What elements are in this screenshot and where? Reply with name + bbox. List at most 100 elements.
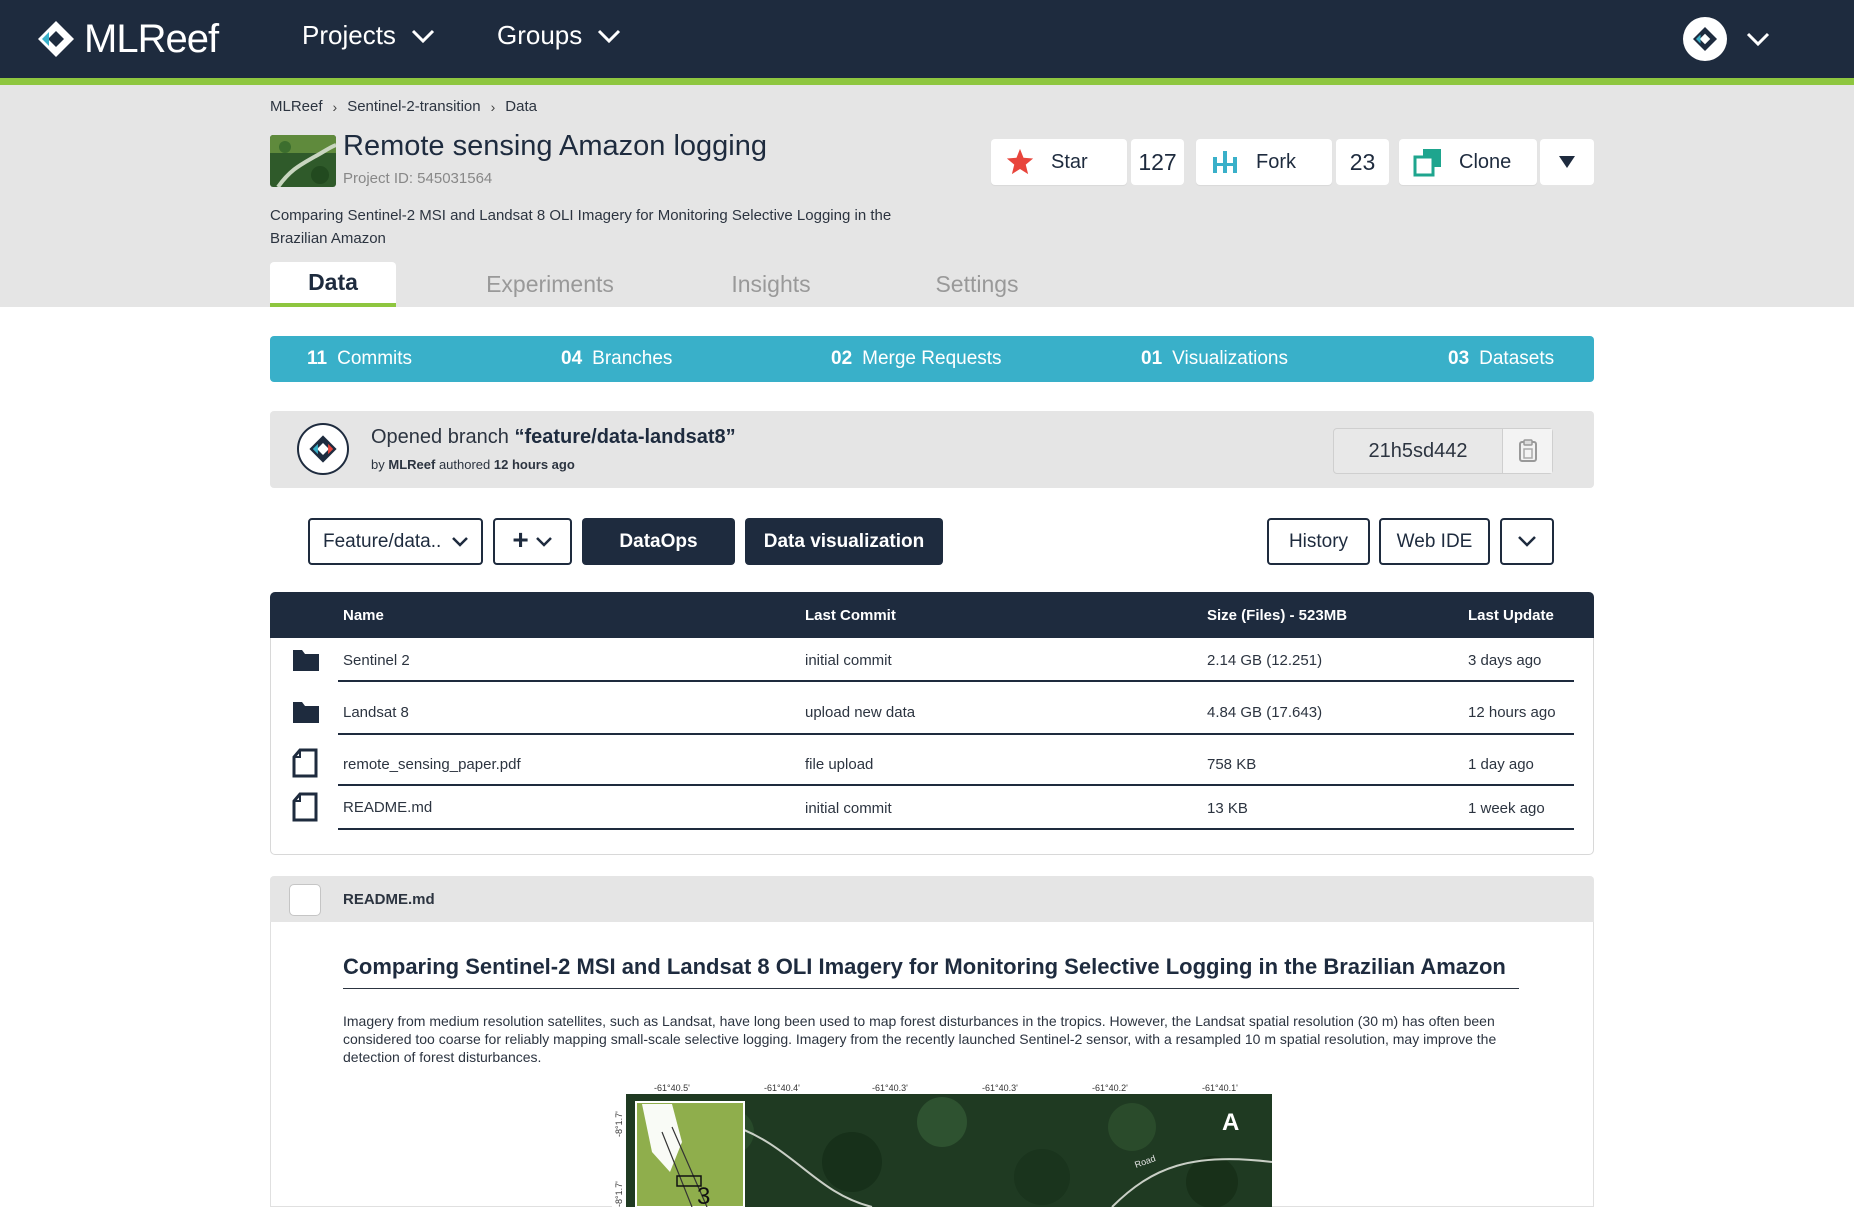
stat-datasets-label: Datasets [1479, 348, 1555, 369]
brand-name: MLReef [84, 16, 219, 61]
stat-branches[interactable]: 04 Branches [561, 336, 672, 382]
branch-event-title: Opened branch “feature/data-landsat8” [371, 426, 736, 449]
tab-data[interactable]: Data [270, 262, 396, 307]
chevron-down-icon [411, 29, 434, 43]
dataops-button[interactable]: DataOps [582, 518, 735, 565]
figure-tick-label: -61°40.4' [764, 1083, 800, 1093]
file-size: 4.84 GB (17.643) [1207, 704, 1323, 721]
figure-tick-label: -61°40.5' [654, 1083, 690, 1093]
stat-datasets-count: 03 [1448, 348, 1470, 369]
row-divider [338, 784, 1574, 786]
user-menu[interactable] [1683, 17, 1771, 61]
figure-tick-label: -61°40.1' [1202, 1083, 1238, 1093]
nav-groups[interactable]: Groups [497, 20, 622, 51]
file-last-commit[interactable]: initial commit [805, 652, 892, 669]
breadcrumb-item[interactable]: Sentinel-2-transition [347, 98, 480, 115]
clone-button[interactable]: Clone [1399, 139, 1537, 185]
data-visualization-button[interactable]: Data visualization [745, 518, 943, 565]
stat-visualizations-label: Visualizations [1172, 348, 1288, 369]
star-icon [1006, 148, 1034, 175]
readme-filename: README.md [343, 891, 435, 908]
web-ide-button[interactable]: Web IDE [1379, 518, 1490, 565]
column-size: Size (Files) - 523MB [1207, 606, 1348, 624]
nav-projects-label: Projects [302, 20, 396, 50]
project-description: Comparing Sentinel-2 MSI and Landsat 8 O… [270, 207, 892, 247]
branch-select[interactable]: Feature/data.. [308, 518, 483, 565]
figure-side-tick-label: -8°1.7' [614, 1181, 624, 1207]
mlreef-logo-icon [309, 435, 337, 463]
stat-visualizations[interactable]: 01 Visualizations [1141, 336, 1288, 382]
star-label: Star [1051, 150, 1088, 173]
mlreef-logo-icon [38, 21, 74, 57]
breadcrumb-item[interactable]: MLReef [270, 98, 323, 115]
row-divider [338, 680, 1574, 682]
breadcrumb-item[interactable]: Data [505, 98, 537, 115]
figure-side-tick-label: -8°1.7' [614, 1111, 624, 1137]
mlreef-logo-icon [1693, 27, 1717, 51]
stat-datasets[interactable]: 03 Datasets [1448, 336, 1554, 382]
history-button[interactable]: History [1267, 518, 1370, 565]
more-actions-dropdown[interactable] [1500, 518, 1554, 565]
folder-icon [293, 702, 319, 723]
figure-panel-letter: A [1222, 1109, 1239, 1136]
fork-count: 23 [1336, 139, 1389, 185]
copy-icon [1518, 439, 1537, 462]
stat-commits-label: Commits [337, 348, 413, 369]
branch-event-meta: by MLReef authored 12 hours ago [371, 457, 575, 472]
brand-logo[interactable]: MLReef [36, 16, 219, 62]
stat-merge-requests-count: 02 [831, 348, 853, 369]
row-divider [338, 828, 1574, 830]
fork-icon [1213, 151, 1237, 173]
file-name[interactable]: Landsat 8 [343, 704, 409, 721]
file-last-commit[interactable]: file upload [805, 756, 873, 773]
stat-merge-requests-label: Merge Requests [862, 348, 1002, 369]
navbar-accent-line [0, 78, 1854, 85]
file-size: 13 KB [1207, 800, 1248, 817]
file-name[interactable]: README.md [343, 799, 432, 816]
meta-time: 12 hours ago [493, 457, 575, 472]
figure-inset-number: 3 [697, 1183, 710, 1207]
figure-tick-label: -61°40.3' [982, 1083, 1018, 1093]
stat-branches-label: Branches [592, 348, 673, 369]
file-last-commit[interactable]: upload new data [805, 704, 915, 721]
stat-merge-requests[interactable]: 02 Merge Requests [831, 336, 1002, 382]
chevron-down-icon [598, 29, 621, 43]
column-last-update: Last Update [1468, 606, 1554, 624]
chevron-down-icon [1746, 32, 1770, 47]
copy-sha-button[interactable] [1503, 429, 1552, 473]
branch-select-value: Feature/data.. [323, 530, 442, 552]
tab-experiments[interactable]: Experiments [456, 262, 644, 307]
readme-figure: -61°40.5' -61°40.4' -61°40.3' -61°40.3' … [612, 1082, 1272, 1207]
file-last-update: 1 day ago [1468, 756, 1534, 773]
branch-event-prefix: Opened branch [371, 426, 509, 448]
branch-name[interactable]: “feature/data-landsat8” [514, 426, 735, 448]
file-name[interactable]: Sentinel 2 [343, 652, 410, 669]
project-thumbnail [270, 135, 336, 187]
tab-insights[interactable]: Insights [716, 262, 826, 307]
fork-button[interactable]: Fork [1196, 139, 1332, 185]
file-size: 758 KB [1207, 756, 1257, 773]
readme-checkbox[interactable] [289, 884, 321, 916]
row-divider [338, 733, 1574, 735]
stat-visualizations-count: 01 [1141, 348, 1163, 369]
meta-author[interactable]: MLReef [388, 457, 435, 472]
file-last-commit[interactable]: initial commit [805, 800, 892, 817]
tab-settings[interactable]: Settings [920, 262, 1034, 307]
readme-paragraph: Imagery from medium resolution satellite… [343, 1013, 1497, 1065]
chevron-down-icon [535, 536, 552, 547]
figure-tick-label: -61°40.3' [872, 1083, 908, 1093]
stat-commits[interactable]: 11 Commits [307, 336, 412, 382]
column-name: Name [343, 606, 384, 624]
project-id: Project ID: 545031564 [343, 170, 493, 187]
breadcrumb: MLReef › Sentinel-2-transition › Data [270, 98, 537, 115]
file-name[interactable]: remote_sensing_paper.pdf [343, 756, 521, 773]
top-navbar [0, 0, 1854, 78]
nav-projects[interactable]: Projects [302, 20, 436, 51]
breadcrumb-separator: › [490, 98, 496, 115]
add-file-dropdown[interactable]: + [493, 518, 572, 565]
clone-dropdown-button[interactable] [1540, 139, 1594, 185]
clone-icon [1413, 149, 1441, 177]
project-title: Remote sensing Amazon logging [343, 130, 767, 162]
star-button[interactable]: Star [991, 139, 1127, 185]
breadcrumb-separator: › [332, 98, 338, 115]
